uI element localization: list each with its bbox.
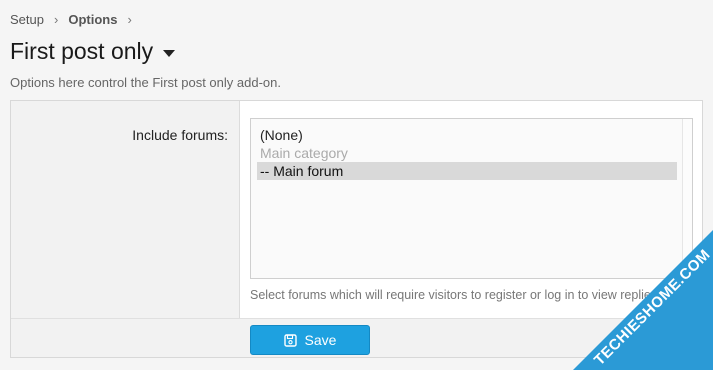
- option-main-category: Main category: [260, 145, 348, 161]
- page-title: First post only: [10, 38, 154, 64]
- include-forums-label: Include forums:: [132, 127, 228, 143]
- page-description: Options here control the First post only…: [10, 75, 281, 90]
- breadcrumb-options[interactable]: Options: [68, 12, 117, 27]
- include-forums-listbox[interactable]: (None) Main category -- Main forum: [250, 118, 693, 279]
- breadcrumb: Setup › Options ›: [10, 12, 142, 27]
- option-main-forum[interactable]: -- Main forum: [257, 162, 677, 180]
- option-none[interactable]: (None): [259, 126, 677, 144]
- breadcrumb-separator: ›: [53, 12, 59, 27]
- save-label: Save: [304, 332, 337, 348]
- caret-down-icon[interactable]: [163, 49, 176, 57]
- save-icon: [283, 333, 297, 347]
- help-text: Select forums which will require visitor…: [250, 288, 661, 302]
- options-panel: Include forums: (None) Main category -- …: [10, 100, 703, 358]
- label-column: Include forums:: [11, 101, 240, 318]
- save-button[interactable]: Save: [250, 325, 370, 355]
- breadcrumb-separator: ›: [127, 12, 132, 27]
- listbox-scrollbar[interactable]: [682, 119, 692, 278]
- breadcrumb-setup[interactable]: Setup: [10, 12, 44, 27]
- title-row: First post only: [10, 38, 176, 65]
- form-footer: Save: [11, 318, 702, 357]
